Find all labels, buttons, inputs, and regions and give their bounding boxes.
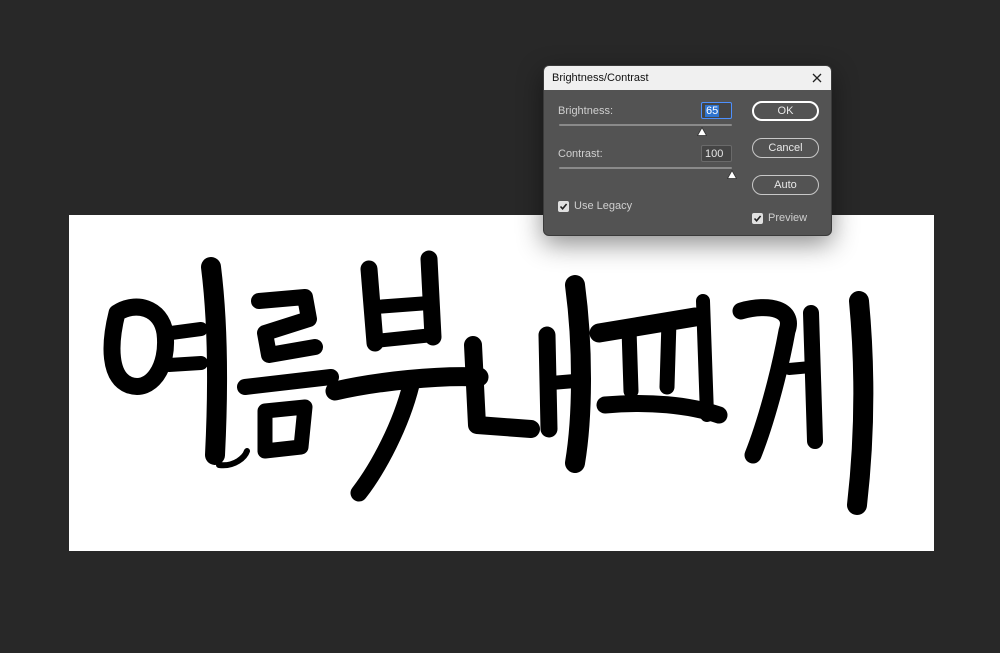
- contrast-slider-thumb[interactable]: [727, 170, 737, 179]
- use-legacy-label: Use Legacy: [574, 200, 633, 212]
- cancel-button[interactable]: Cancel: [752, 138, 819, 158]
- auto-button[interactable]: Auto: [752, 175, 819, 195]
- document-canvas[interactable]: [69, 215, 934, 551]
- dialog-titlebar: Brightness/Contrast: [544, 66, 831, 90]
- ok-button[interactable]: OK: [752, 101, 819, 121]
- use-legacy-checkbox[interactable]: [558, 201, 569, 212]
- brightness-value: 65: [705, 104, 720, 117]
- brightness-input[interactable]: 65: [701, 102, 732, 119]
- preview-checkbox[interactable]: [752, 213, 763, 224]
- brightness-slider-track[interactable]: [559, 124, 732, 126]
- calligraphy-artwork: [103, 250, 874, 515]
- contrast-input[interactable]: 100: [701, 145, 732, 162]
- dialog-title: Brightness/Contrast: [552, 72, 649, 84]
- close-icon[interactable]: [809, 70, 825, 86]
- brightness-label: Brightness:: [558, 105, 614, 117]
- brightness-contrast-dialog: Brightness/Contrast Brightness: 65 Contr…: [543, 65, 832, 236]
- contrast-label: Contrast:: [558, 148, 603, 160]
- brightness-slider-thumb[interactable]: [697, 127, 707, 136]
- checkmark-icon: [753, 215, 762, 223]
- contrast-slider-track[interactable]: [559, 167, 732, 169]
- checkmark-icon: [559, 203, 568, 211]
- contrast-value: 100: [705, 147, 724, 160]
- preview-label: Preview: [768, 212, 808, 224]
